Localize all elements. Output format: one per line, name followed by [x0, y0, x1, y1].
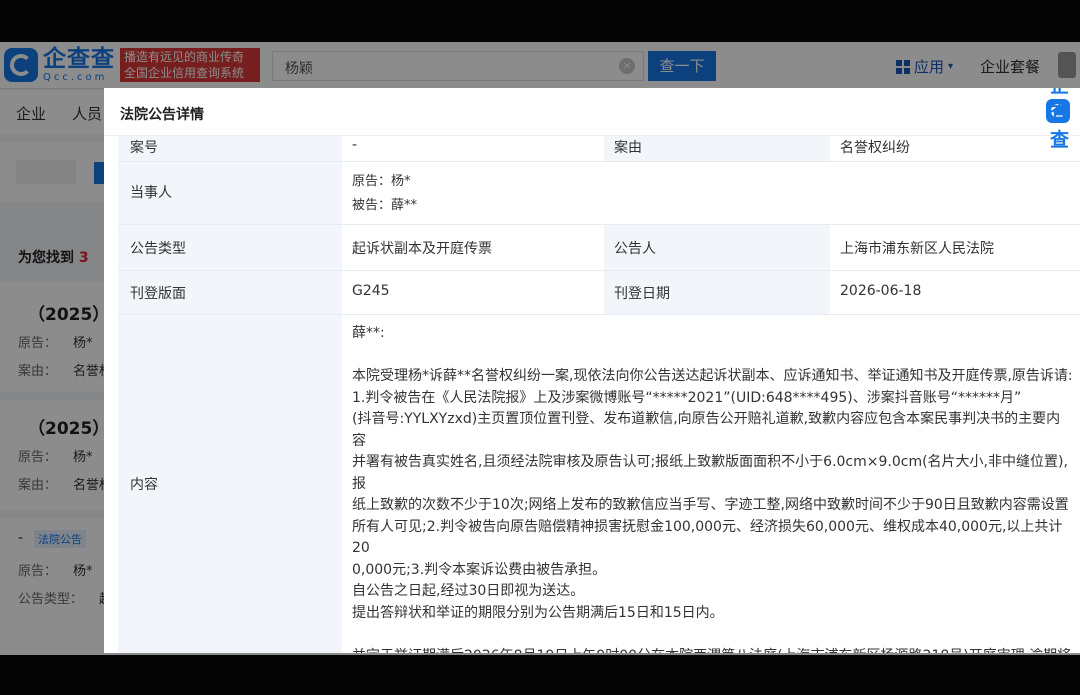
content-line: 所有人可见;2.判令被告向原告赔偿精神损害抚慰金100,000元、经济损失60,… [352, 518, 1063, 557]
announcer-label: 公告人 [614, 241, 656, 257]
cause-label: 案由 [614, 140, 642, 156]
plaintiff-value: 原告：杨* [352, 174, 411, 189]
content-line: 提出答辩状和举证的期限分别为公告期满后15日和15日内。 [352, 604, 724, 621]
bottom-black-bar [0, 655, 1080, 695]
content-line [352, 624, 1074, 646]
content-line: (抖音号:YYLXYzxd)主页置顶位置刊登、发布道歉信,向原告公开赔礼道歉,致… [352, 411, 1061, 449]
content-label: 内容 [130, 477, 158, 493]
content-line: 并署有被告真实姓名,且须经法院审核及原告认可;报纸上致歉版面面积不小于6.0cm… [352, 454, 1068, 492]
page-value: G245 [352, 283, 390, 299]
notice-content: 薛**: 本院受理杨*诉薛**名誉权纠纷一案,现依法向你公告送达起诉状副本、应诉通… [352, 323, 1074, 653]
date-label: 刊登日期 [614, 286, 670, 302]
type-label: 公告类型 [130, 241, 186, 257]
content-line: 自公告之日起,经过30日即视为送达。 [352, 583, 585, 599]
modal-title: 法院公告详情 [120, 107, 204, 123]
date-value: 2026-06-18 [840, 283, 922, 299]
table-row: 案号 - 案由 名誉权纠纷 [118, 136, 1080, 162]
content-line: 1.判令被告在《人民法院报》上及涉案微博账号“*****2021”(UID:64… [352, 389, 1022, 406]
court-notice-modal: 法院公告详情 企查查 案号 - 案由 名誉权纠纷 当事人 原告：杨* 被告：薛*… [104, 88, 1080, 653]
cause-value: 名誉权纠纷 [840, 140, 910, 156]
notice-detail-table: 案号 - 案由 名誉权纠纷 当事人 原告：杨* 被告：薛** 公告类型 起诉状副… [118, 136, 1080, 653]
content-line: 薛**: [352, 325, 385, 341]
page-label: 刊登版面 [130, 286, 186, 302]
table-row: 当事人 原告：杨* 被告：薛** [118, 162, 1080, 225]
content-line: 0,000元;3.判令本案诉讼费由被告承担。 [352, 561, 607, 578]
modal-brand-logo: 企查查 [1046, 88, 1070, 151]
table-row: 公告类型 起诉状副本及开庭传票 公告人 上海市浦东新区人民法院 [118, 225, 1080, 271]
modal-header: 法院公告详情 企查查 [104, 88, 1080, 151]
case-no-value: - [352, 137, 358, 153]
top-black-bar [0, 0, 1080, 42]
case-no-label: 案号 [130, 140, 158, 156]
table-row: 内容 薛**: 本院受理杨*诉薛**名誉权纠纷一案,现依法向你公告送达起诉状副本、… [118, 315, 1080, 653]
defendant-value: 被告：薛** [352, 198, 418, 213]
type-value: 起诉状副本及开庭传票 [352, 241, 492, 257]
parties-label: 当事人 [130, 185, 172, 201]
content-line: 纸上致歉的次数不少于10次;网络上发布的致歉信应当手写、字迹工整,网络中致歉时间… [352, 497, 1069, 513]
table-row: 刊登版面 G245 刊登日期 2026-06-18 [118, 271, 1080, 315]
announcer-value: 上海市浦东新区人民法院 [840, 241, 994, 257]
content-line: 本院受理杨*诉薛**名誉权纠纷一案,现依法向你公告送达起诉状副本、应诉通知书、举… [352, 368, 1073, 384]
content-line [352, 345, 1074, 367]
content-line: 并定于举证期满后2026年8月19日上午9时00分在本院西渭第八法庭(上海市浦东… [352, 646, 1074, 654]
